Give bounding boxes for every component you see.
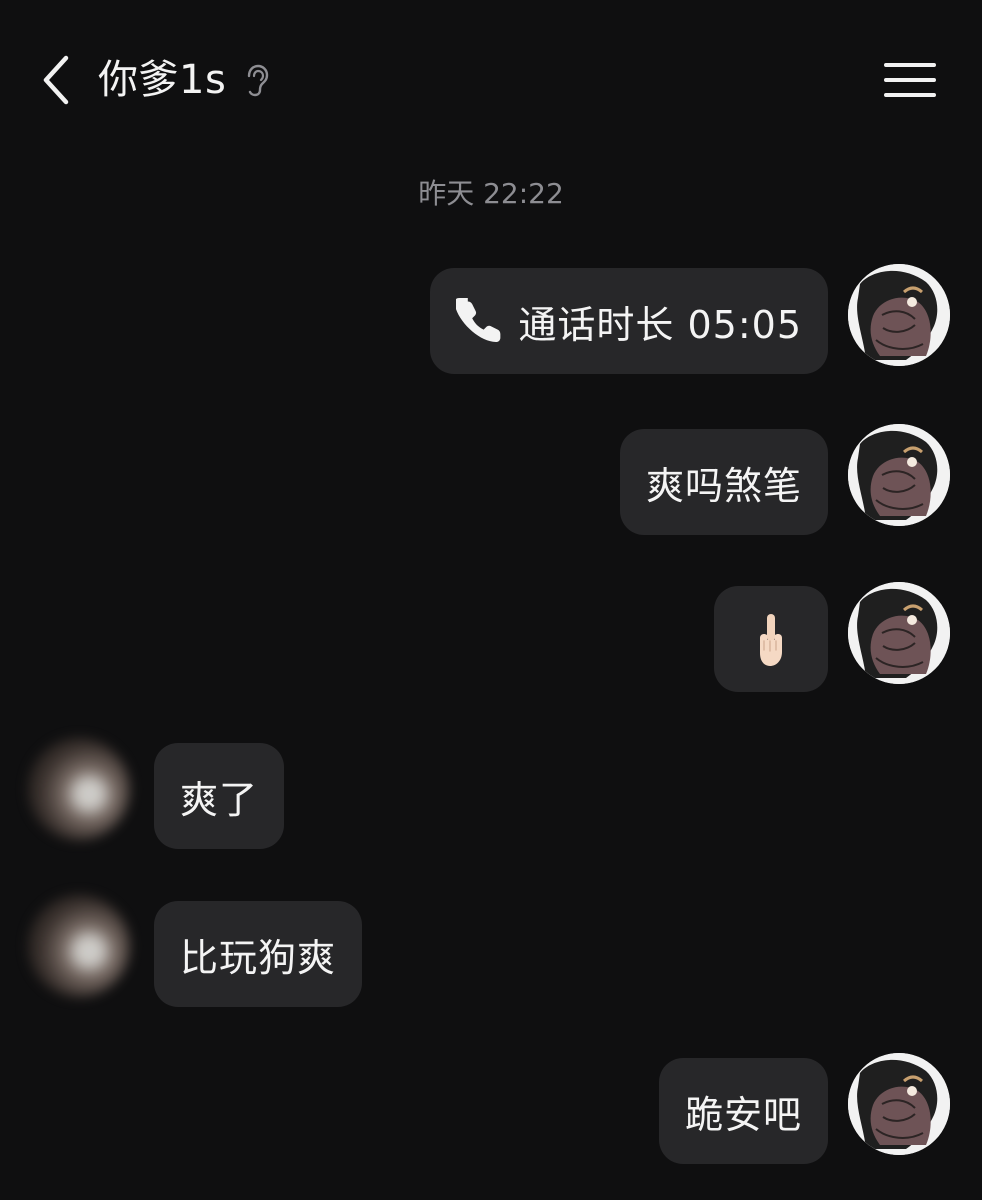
ear-icon <box>247 64 269 97</box>
my-avatar[interactable] <box>848 1053 950 1155</box>
message-bubble[interactable]: 爽吗煞笔 <box>619 429 828 535</box>
message-text: 爽了 <box>180 777 259 822</box>
message-bubble[interactable]: 爽了 <box>154 743 285 849</box>
emoji-message-bubble[interactable] <box>714 586 828 692</box>
my-avatar[interactable] <box>848 582 950 684</box>
hamburger-menu-icon <box>884 63 936 97</box>
chat-header: 你爹1s <box>0 0 982 160</box>
message-bubble[interactable]: 跪安吧 <box>658 1058 828 1164</box>
avatar-image <box>848 1053 950 1155</box>
call-record-row: 通话时长 05:05 <box>456 294 802 349</box>
message-timestamp: 昨天 22:22 <box>418 177 564 210</box>
message-text: 跪安吧 <box>684 1092 802 1137</box>
back-button[interactable] <box>28 50 84 110</box>
message-bubble[interactable]: 比玩狗爽 <box>154 901 363 1007</box>
chat-title: 你爹1s <box>98 57 227 103</box>
call-duration-text: 通话时长 05:05 <box>518 302 802 347</box>
message-text: 爽吗煞笔 <box>645 463 802 508</box>
avatar-image <box>848 424 950 526</box>
contact-avatar[interactable] <box>28 738 130 840</box>
contact-avatar[interactable] <box>28 895 130 997</box>
avatar-image <box>848 582 950 684</box>
chevron-left-icon <box>43 55 69 105</box>
middle-finger-icon <box>760 614 782 666</box>
message-text: 比玩狗爽 <box>180 935 337 980</box>
menu-button[interactable] <box>882 58 938 102</box>
my-avatar[interactable] <box>848 264 950 366</box>
call-record-bubble[interactable]: 通话时长 05:05 <box>430 268 828 374</box>
avatar-image <box>848 264 950 366</box>
phone-icon <box>456 298 501 342</box>
my-avatar[interactable] <box>848 424 950 526</box>
